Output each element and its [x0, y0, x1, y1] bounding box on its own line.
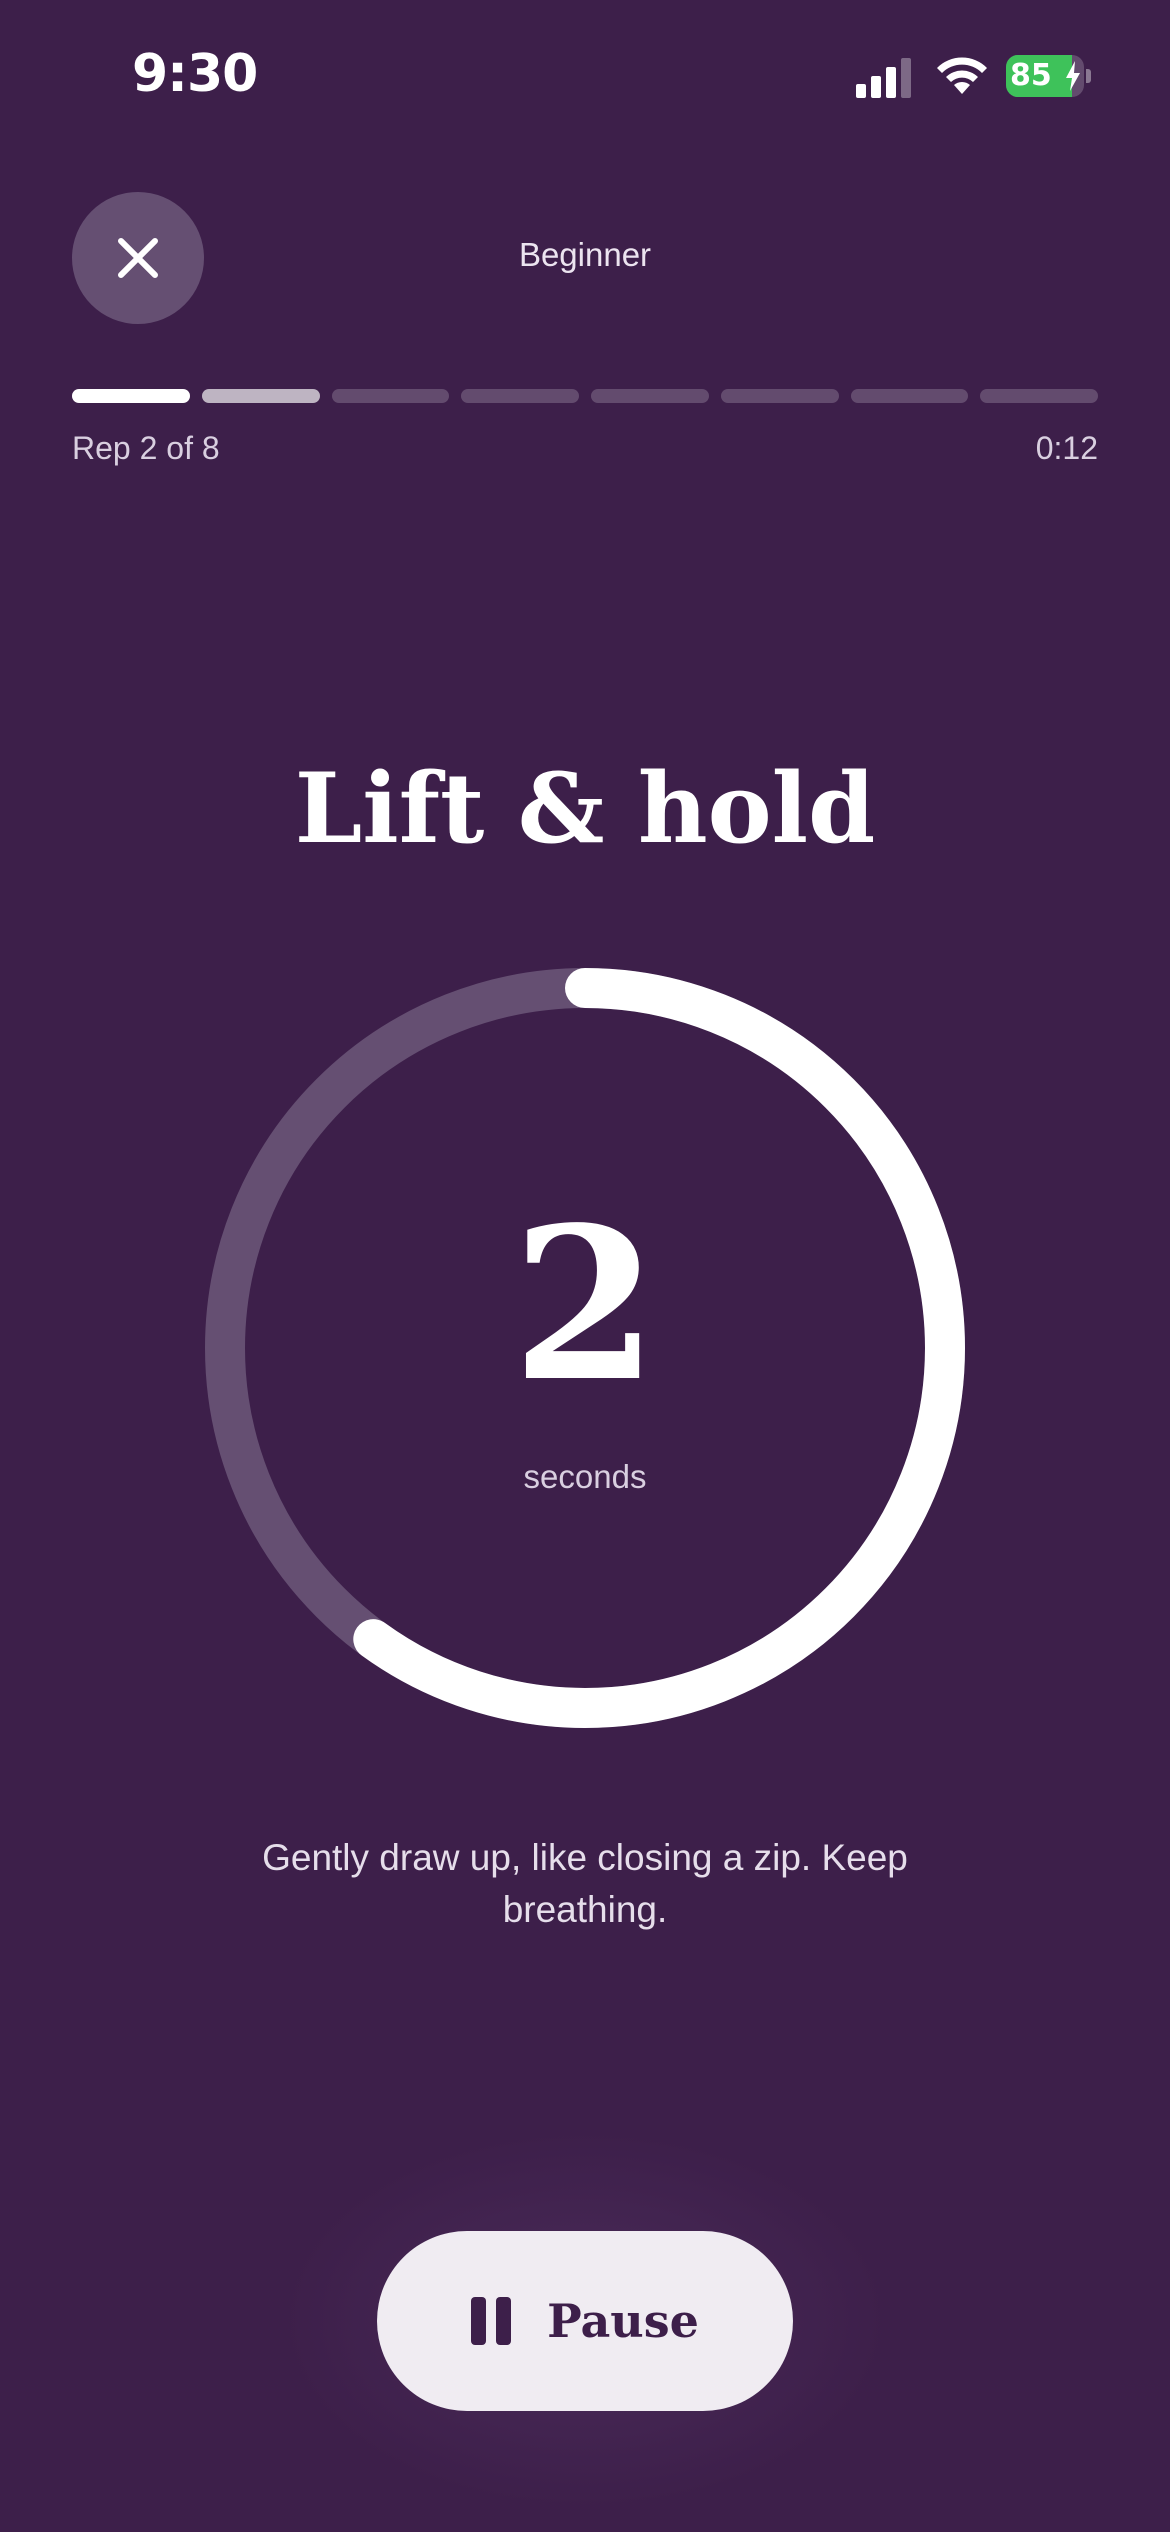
rep-progress-bar: [72, 389, 1098, 405]
rep-progress-segment: [980, 389, 1098, 403]
rep-progress-segment: [591, 389, 709, 403]
rep-progress-segment: [331, 389, 450, 403]
rep-progress-segment: [850, 389, 969, 403]
rep-progress-segment: [720, 389, 839, 403]
pause-label: Pause: [547, 2294, 699, 2348]
charging-bolt-icon: [1066, 61, 1080, 91]
rep-counter: Rep 2 of 8: [72, 430, 220, 466]
elapsed-time: 0:12: [1035, 430, 1098, 466]
phase-title: Lift & hold: [294, 752, 876, 865]
rep-progress-segment: [72, 389, 190, 403]
level-title: Beginner: [518, 236, 652, 273]
status-time: 9:30: [132, 44, 258, 104]
pause-icon: [471, 2297, 512, 2345]
exercise-instruction: Gently draw up, like closing a zip. Keep…: [262, 1837, 908, 1930]
battery-percent: 85: [1010, 58, 1052, 93]
rep-progress-segment: [201, 389, 320, 403]
battery-cap: [1086, 69, 1091, 83]
wifi-icon: [937, 57, 987, 94]
pause-button[interactable]: Pause: [377, 2231, 793, 2411]
cellular-signal-icon: [856, 58, 911, 98]
battery-body: 85: [1006, 55, 1084, 97]
rep-progress-segment: [461, 389, 579, 403]
countdown-value: 2: [511, 1181, 659, 1428]
status-bar: 9:30 85: [0, 0, 1170, 150]
countdown-unit: seconds: [523, 1458, 647, 1495]
battery-indicator: 85: [1006, 55, 1092, 97]
